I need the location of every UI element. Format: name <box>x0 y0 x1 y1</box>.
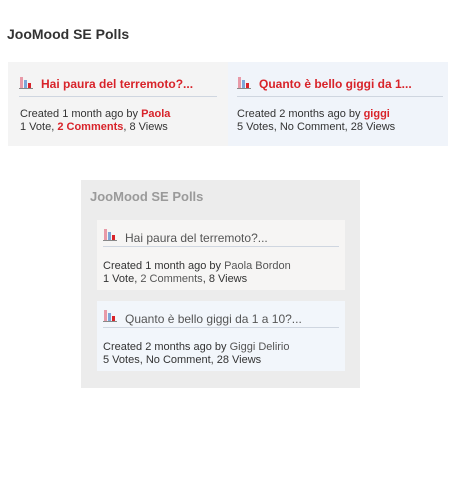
poll-card: Quanto è bello giggi da 1 a 10?... Creat… <box>97 301 345 371</box>
poll-header: Hai paura del terremoto?... <box>103 227 339 247</box>
author-link[interactable]: Paola <box>141 108 170 120</box>
created-text: Created 1 month ago by <box>20 108 142 120</box>
poll-card: Hai paura del terremoto?... Created 1 mo… <box>97 220 345 290</box>
poll-meta: Created 2 months ago by Giggi Delirio 5 … <box>103 341 290 367</box>
polls-panel-horizontal: Hai paura del terremoto?... Created 1 mo… <box>8 62 448 146</box>
views-count: 8 Views <box>208 273 248 285</box>
poll-chart-icon <box>103 227 119 241</box>
created-text: Created 1 month ago by <box>103 260 225 272</box>
poll-chart-icon <box>237 75 253 89</box>
side-module-title: JooMood SE Polls <box>90 189 204 204</box>
views-count: 28 Views <box>216 354 262 366</box>
comments-link[interactable]: 2 Comments <box>57 121 123 133</box>
poll-meta: Created 1 month ago by Paola 1 Vote, 2 C… <box>20 108 170 134</box>
poll-item: Hai paura del terremoto?... Created 1 mo… <box>8 62 228 146</box>
author-link[interactable]: Giggi Delirio <box>230 341 290 353</box>
poll-header: Quanto è bello giggi da 1... <box>237 75 443 97</box>
poll-title-link[interactable]: Hai paura del terremoto?... <box>41 77 193 91</box>
poll-title-link[interactable]: Hai paura del terremoto?... <box>125 231 268 245</box>
comments-link[interactable]: 2 Comments <box>140 273 202 285</box>
poll-title-link[interactable]: Quanto è bello giggi da 1 a 10?... <box>125 312 302 326</box>
created-text: Created 2 months ago by <box>237 108 364 120</box>
votes-count: 1 Vote <box>103 273 135 285</box>
poll-header: Quanto è bello giggi da 1 a 10?... <box>103 308 339 328</box>
author-link[interactable]: Paola Bordon <box>224 260 291 272</box>
created-text: Created 2 months ago by <box>103 341 230 353</box>
votes-count: 5 Votes <box>103 354 140 366</box>
poll-item: Quanto è bello giggi da 1... Created 2 m… <box>228 62 448 146</box>
polls-panel-vertical: JooMood SE Polls Hai paura del terremoto… <box>81 180 360 388</box>
votes-count: 1 Vote <box>20 121 52 133</box>
votes-count: 5 Votes <box>237 121 274 133</box>
poll-title-link[interactable]: Quanto è bello giggi da 1... <box>259 77 412 91</box>
poll-chart-icon <box>19 75 35 89</box>
comments-count: No Comment <box>145 354 211 366</box>
module-title: JooMood SE Polls <box>7 26 130 42</box>
views-count: 28 Views <box>350 121 396 133</box>
author-link[interactable]: giggi <box>364 108 390 120</box>
comments-count: No Comment <box>279 121 345 133</box>
poll-chart-icon <box>103 308 119 322</box>
poll-meta: Created 1 month ago by Paola Bordon 1 Vo… <box>103 260 291 286</box>
views-count: 8 Views <box>129 121 168 133</box>
poll-meta: Created 2 months ago by giggi 5 Votes, N… <box>237 108 395 134</box>
poll-header: Hai paura del terremoto?... <box>19 75 217 97</box>
